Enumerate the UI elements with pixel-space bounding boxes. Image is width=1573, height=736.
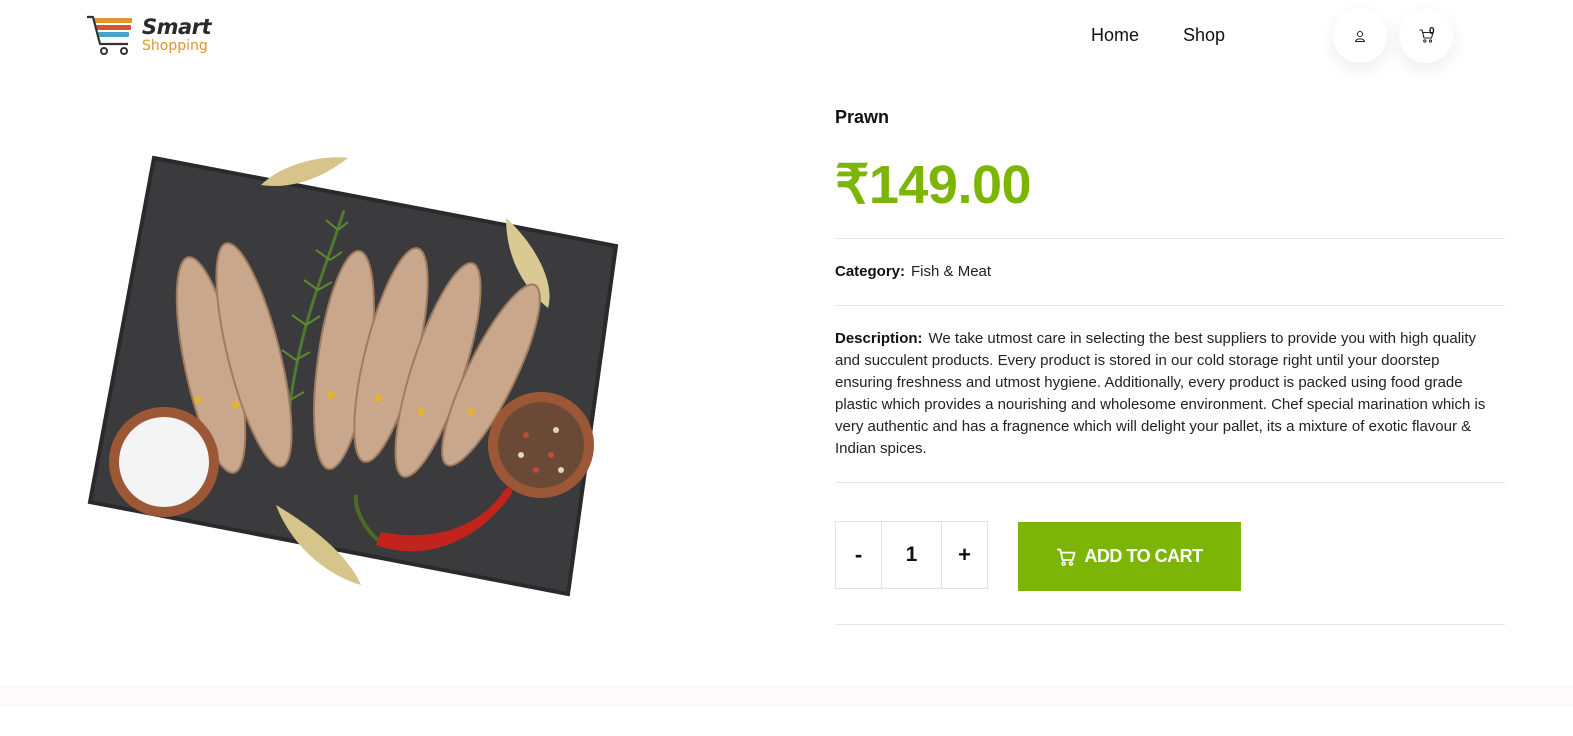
cart-icon	[1057, 548, 1076, 566]
user-icon	[1354, 31, 1366, 42]
account-button[interactable]	[1333, 9, 1387, 63]
nav-shop[interactable]: Shop	[1183, 25, 1225, 46]
product-price: ₹149.00	[835, 155, 1032, 215]
shopping-cart-logo-icon	[87, 15, 132, 55]
quantity-stepper: - 1 +	[835, 521, 988, 589]
cart-count-badge: 0	[1429, 26, 1435, 37]
divider	[835, 305, 1505, 306]
divider	[835, 624, 1505, 625]
product-page: Smart Shopping Home Shop 0 Prawn ₹149.00…	[0, 0, 1573, 736]
description-label: Description:	[835, 330, 923, 347]
add-to-cart-label: ADD TO CART	[1084, 546, 1203, 566]
product-name: Prawn	[835, 107, 890, 127]
quantity-input[interactable]: 1	[881, 522, 942, 588]
product-category: Category: Fish & Meat	[835, 263, 991, 280]
cart-button[interactable]: 0	[1399, 9, 1453, 63]
category-value: Fish & Meat	[911, 263, 992, 280]
divider	[835, 238, 1505, 239]
logo-wordmark: Smart Shopping	[142, 15, 212, 54]
category-label: Category:	[835, 263, 906, 280]
product-image	[86, 150, 646, 600]
product-photo	[87, 155, 619, 597]
description-text: We take utmost care in selecting the bes…	[835, 330, 1486, 457]
main-nav: Home Shop	[1091, 25, 1225, 46]
logo-text-top: Smart	[142, 15, 212, 39]
quantity-decrease-button[interactable]: -	[836, 522, 881, 588]
logo-text-bottom: Shopping	[142, 38, 208, 54]
nav-home[interactable]: Home	[1091, 25, 1139, 46]
site-logo[interactable]: Smart Shopping	[86, 14, 212, 56]
footer-strip	[0, 686, 1573, 706]
add-to-cart-button[interactable]: ADD TO CART	[1018, 522, 1241, 591]
product-description: Description: We take utmost care in selec…	[835, 328, 1495, 460]
divider	[835, 482, 1505, 483]
quantity-increase-button[interactable]: +	[942, 522, 987, 588]
